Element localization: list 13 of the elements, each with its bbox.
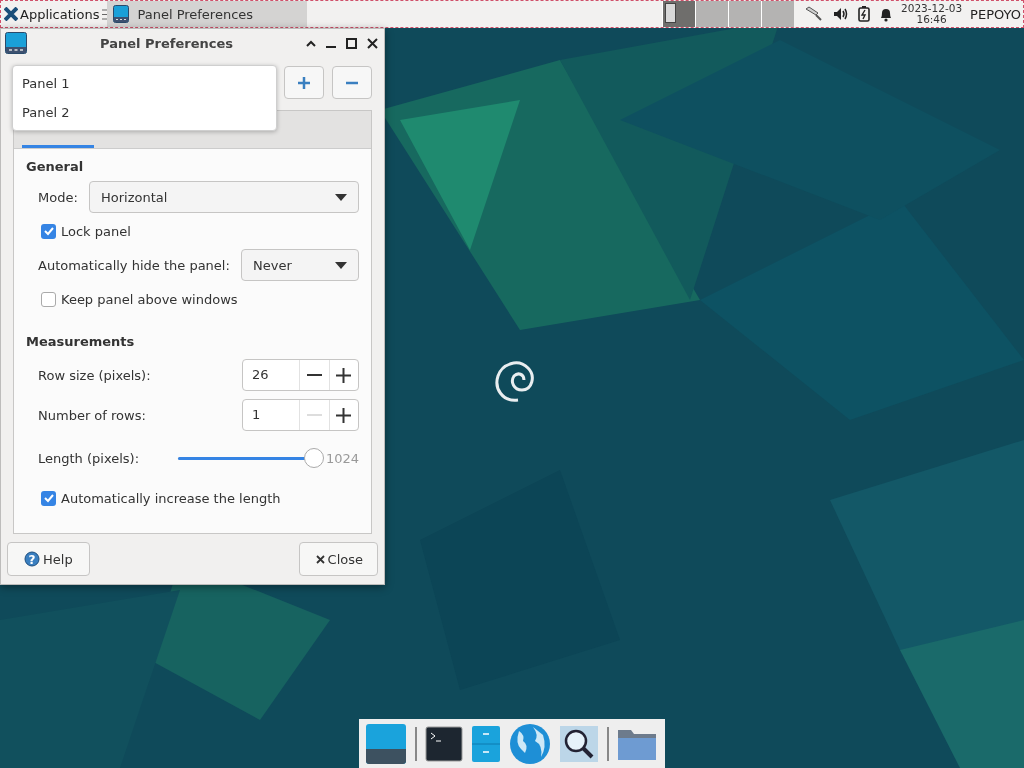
field-label: Length (pixels): — [38, 450, 141, 466]
slider-value: 1024 — [325, 450, 359, 466]
checkbox-label: Keep panel above windows — [61, 291, 238, 307]
section-heading: Measurements — [26, 334, 136, 349]
help-icon: ? — [24, 551, 40, 567]
field-label: Number of rows: — [38, 407, 147, 423]
field-label: Row size (pixels): — [38, 367, 152, 383]
section-heading: General — [26, 159, 85, 174]
checkbox-label: Automatically increase the length — [61, 490, 281, 506]
checkbox-label: Lock panel — [61, 223, 131, 239]
window-title: Panel Preferences — [99, 35, 234, 51]
field-label: Mode: — [38, 189, 79, 205]
field-label: Automatically hide the panel: — [38, 257, 231, 273]
